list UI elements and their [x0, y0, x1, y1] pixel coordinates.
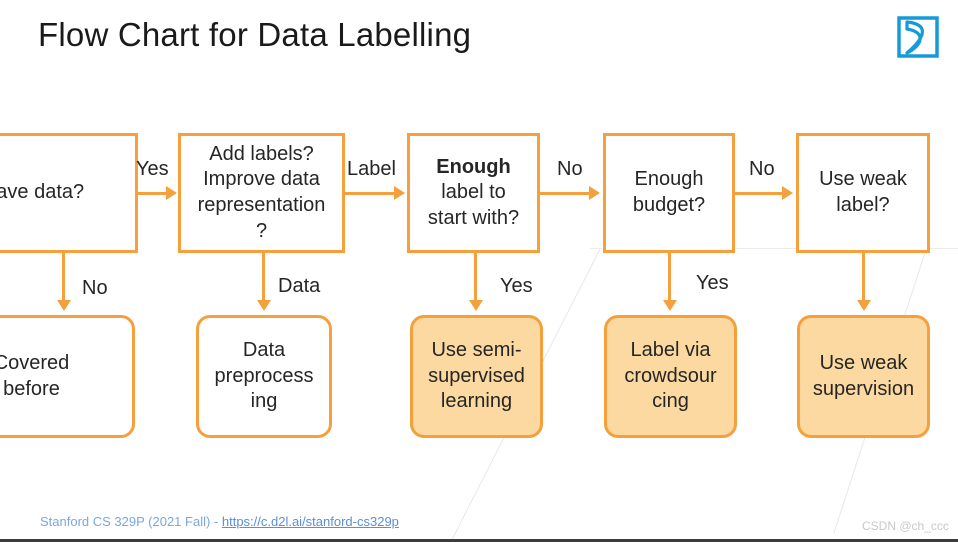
node-data-preprocessing-line1: Data — [242, 339, 286, 362]
node-enough-label-line3: start with? — [427, 206, 520, 229]
node-use-weak-label-label: Use weak label? — [813, 167, 913, 218]
connector-enough-budget-to-crowdsourcing — [668, 253, 671, 301]
node-weak-supervision-line2: supervision — [812, 377, 915, 400]
node-semi-supervised-line1: Use semi- — [431, 339, 522, 362]
edge-label-label-1: Label — [347, 158, 396, 180]
edge-label-data: Data — [278, 275, 321, 297]
arrowhead-add-labels-to-preprocessing — [257, 300, 271, 311]
d2l-ai-logo — [893, 12, 943, 62]
node-enough-label-label: Enough label to start with? — [422, 155, 525, 232]
arrowhead-enough-label-to-enough-budget — [589, 186, 600, 200]
page-title: Flow Chart for Data Labelling — [38, 16, 472, 53]
node-have-data[interactable]: Have data? — [0, 133, 138, 253]
node-semi-supervised-line3: learning — [440, 390, 513, 413]
connector-enough-budget-to-use-weak-label — [735, 192, 783, 195]
node-covered-before-line2: before — [3, 377, 60, 400]
node-add-labels-line4: ? — [255, 219, 268, 242]
footer-link[interactable]: https://c.d2l.ai/stanford-cs329p — [222, 514, 399, 529]
footer-attribution: Stanford CS 329P (2021 Fall) - https://c… — [40, 514, 399, 529]
edge-label-yes-1: Yes — [136, 158, 169, 180]
node-have-data-label: Have data? — [0, 181, 85, 204]
node-enough-budget[interactable]: Enough budget? — [603, 133, 735, 253]
node-covered-before-line1: Covered — [0, 351, 70, 374]
node-use-weak-label-line2: label? — [836, 194, 890, 216]
connector-have-data-to-add-labels — [138, 192, 168, 195]
node-data-preprocessing-line3: ing — [250, 390, 278, 413]
node-add-labels-label: Add labels? Improve data representation … — [192, 142, 332, 244]
node-crowdsourcing-line1: Label via — [630, 339, 711, 362]
connector-add-labels-to-preprocessing — [262, 253, 265, 301]
node-data-preprocessing[interactable]: Data preprocess ing — [196, 315, 332, 438]
connector-enough-label-to-enough-budget — [540, 192, 590, 195]
node-enough-budget-line1: Enough — [634, 168, 704, 191]
node-weak-supervision-line1: Use weak — [819, 351, 908, 374]
node-data-preprocessing-line2: preprocess — [214, 364, 314, 387]
connector-use-weak-label-to-supervision — [862, 253, 865, 301]
arrowhead-use-weak-label-to-supervision — [857, 300, 871, 311]
node-enough-budget-label: Enough budget? — [627, 167, 711, 218]
node-weak-supervision[interactable]: Use weak supervision — [797, 315, 930, 438]
watermark: CSDN @ch_ccc — [862, 519, 949, 533]
node-enough-label-line2: label to — [441, 181, 506, 204]
node-enough-label[interactable]: Enough label to start with? — [407, 133, 540, 253]
node-crowdsourcing-line3: cing — [652, 390, 689, 413]
arrowhead-have-data-to-add-labels — [166, 186, 177, 200]
node-add-labels-line1: Add labels? — [209, 142, 314, 165]
node-data-preprocessing-label: Data preprocess ing — [209, 338, 320, 415]
node-add-labels-line2: Improve data — [203, 168, 320, 191]
node-semi-supervised-label: Use semi- supervised learning — [422, 338, 531, 415]
node-crowdsourcing-line2: crowdsour — [624, 364, 717, 387]
connector-add-labels-to-enough-label — [345, 192, 395, 195]
node-use-weak-label-line1: Use weak — [819, 168, 907, 191]
node-semi-supervised-line2: supervised — [428, 364, 525, 387]
node-enough-label-bold: Enough — [436, 155, 511, 178]
arrowhead-enough-budget-to-use-weak-label — [782, 186, 793, 200]
node-covered-before[interactable]: Covered before — [0, 315, 135, 438]
edge-label-yes-3: Yes — [696, 272, 729, 294]
node-add-labels[interactable]: Add labels? Improve data representation … — [178, 133, 345, 253]
node-add-labels-line3: representation — [197, 194, 326, 216]
slide-canvas: Flow Chart for Data Labelling Have data?… — [0, 0, 958, 542]
connector-have-data-to-covered-before — [62, 253, 65, 301]
connector-enough-label-to-semi — [474, 253, 477, 301]
arrowhead-enough-budget-to-crowdsourcing — [663, 300, 677, 311]
edge-label-no-2: No — [749, 158, 775, 180]
node-weak-supervision-label: Use weak supervision — [807, 351, 920, 402]
edge-label-yes-2: Yes — [500, 275, 533, 297]
node-enough-budget-line2: budget? — [632, 194, 706, 216]
node-crowdsourcing[interactable]: Label via crowdsour cing — [604, 315, 737, 438]
node-use-weak-label[interactable]: Use weak label? — [796, 133, 930, 253]
node-crowdsourcing-label: Label via crowdsour cing — [618, 338, 722, 415]
arrowhead-have-data-to-covered-before — [57, 300, 71, 311]
edge-label-no-1: No — [557, 158, 583, 180]
arrowhead-enough-label-to-semi — [469, 300, 483, 311]
node-semi-supervised[interactable]: Use semi- supervised learning — [410, 315, 543, 438]
footer-prefix: Stanford CS 329P (2021 Fall) - — [40, 514, 222, 529]
edge-label-no-3: No — [82, 277, 108, 299]
node-covered-before-label: Covered before — [0, 351, 75, 402]
arrowhead-add-labels-to-enough-label — [394, 186, 405, 200]
